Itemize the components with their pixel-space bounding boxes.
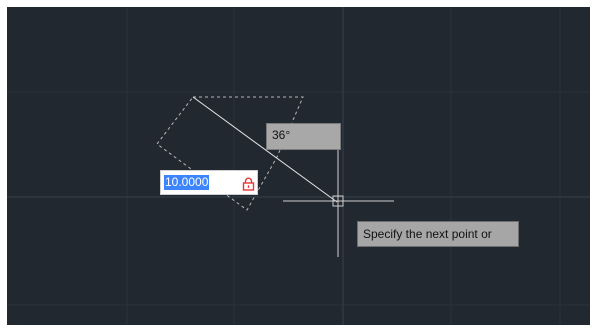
distance-input-value[interactable]: 10.0000	[164, 175, 210, 190]
grid-minor	[7, 7, 590, 325]
drawing-canvas[interactable]: 10.0000 36° Specify the next point or	[7, 7, 590, 325]
command-prompt-text: Specify the next point or	[363, 227, 492, 241]
angle-readout[interactable]: 36°	[266, 123, 341, 150]
angle-value: 36°	[272, 128, 291, 142]
canvas-scene	[7, 7, 590, 325]
padlock-icon[interactable]	[242, 177, 255, 191]
command-prompt-tooltip: Specify the next point or	[357, 221, 519, 247]
grid-major-axes	[7, 7, 590, 325]
distance-input[interactable]: 10.0000	[160, 170, 258, 195]
